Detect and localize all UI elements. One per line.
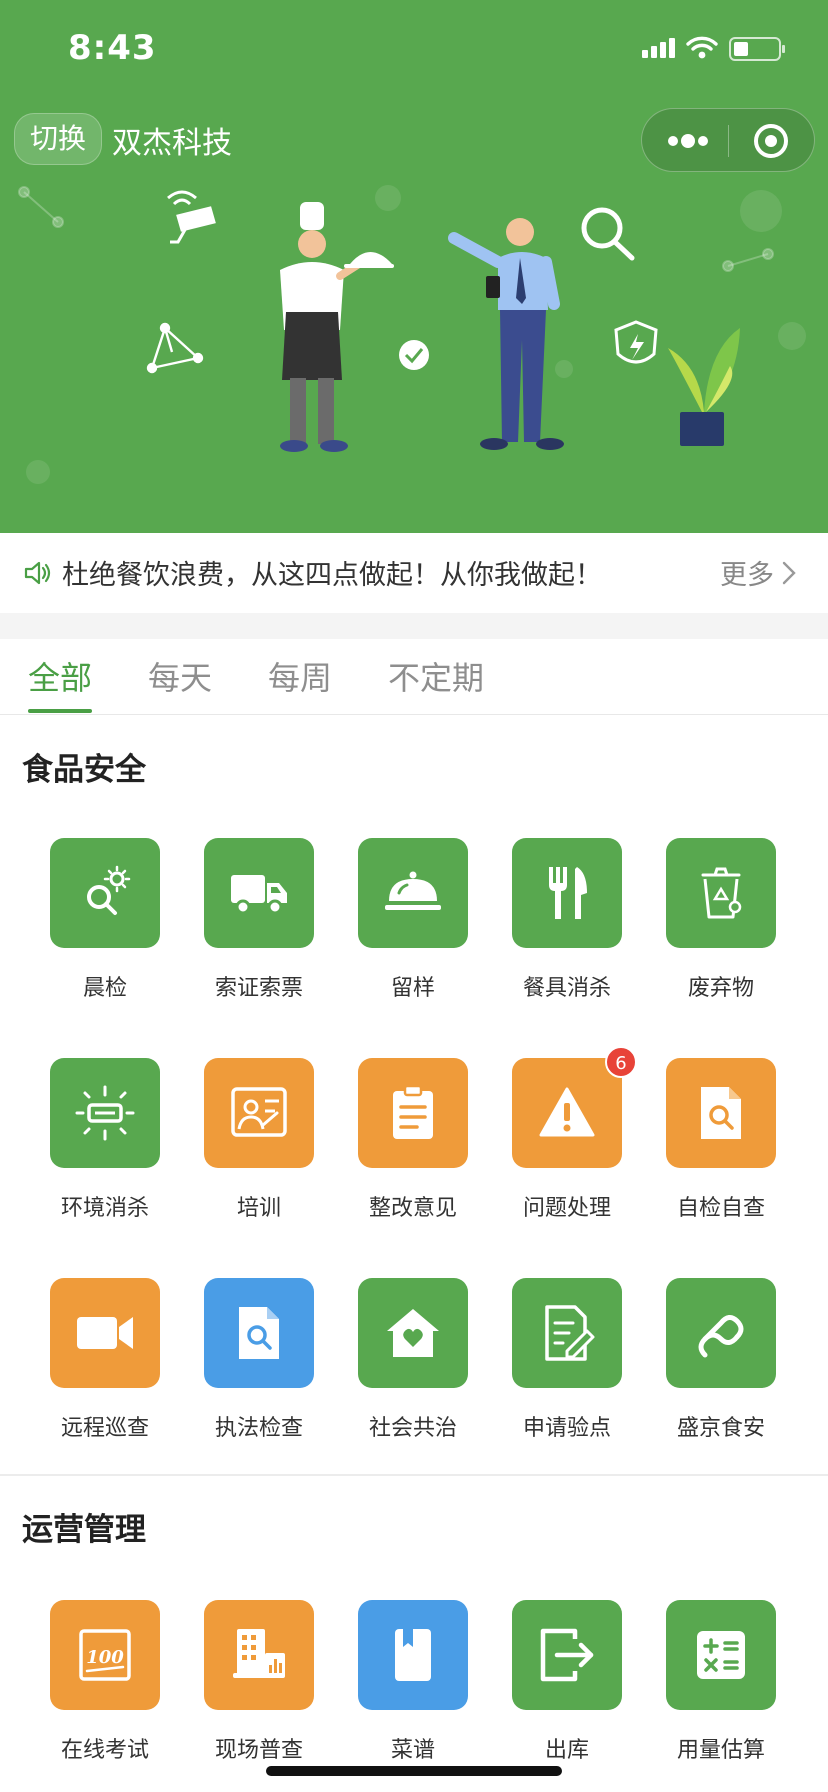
clipboard-icon [393,1084,433,1139]
grid-item-label: 废弃物 [687,976,754,1001]
exit-arrow-icon [540,1628,594,1682]
home-indicator[interactable] [266,1766,562,1776]
truck-icon [231,875,287,915]
grid-item-label: 现场普查 [214,1738,303,1763]
grid-item-certificate-ticket[interactable]: 索证索票 [177,838,331,1008]
link-s-icon [698,1315,744,1358]
chef-figure [280,202,394,452]
uv-lamp-icon [75,1085,135,1141]
grid-item-label: 环境消杀 [60,1196,149,1221]
notice-text: 杜绝餐饮浪费，从这四点做起！从你我做起！ [62,560,602,591]
grid-item-label: 盛京食安 [676,1416,765,1441]
grid-item-remote-patrol[interactable]: 远程巡查 [23,1278,177,1448]
more-button[interactable] [642,109,728,173]
recipe-book-icon [395,1629,431,1681]
grid-item-sample[interactable]: 留样 [331,838,485,1008]
grid-item-morning-check[interactable]: 晨检 [23,838,177,1008]
magnifier-icon [581,207,635,261]
edit-document-icon [545,1305,595,1361]
grid-item-label: 自检自查 [676,1196,765,1221]
home-heart-icon [387,1309,439,1357]
hero-illustration [18,186,774,452]
calculator-icon [697,1631,745,1679]
grid-item-site-survey[interactable]: 现场普查 [177,1600,331,1770]
tab-daily[interactable]: 每天 [148,653,212,699]
network-icon [146,322,204,374]
grid-item-shengjing-food-safety[interactable]: 盛京食安 [639,1278,793,1448]
battery-icon [729,37,785,61]
grid-item-recipe[interactable]: 菜谱 [331,1600,485,1770]
chevron-right-icon [782,561,796,585]
building-chart-icon [233,1629,285,1678]
grid-item-social-governance[interactable]: 社会共治 [331,1278,485,1448]
grid-item-label: 申请验点 [522,1416,611,1441]
food-cloche-icon [385,871,441,910]
grid-item-label: 在线考试 [60,1738,149,1763]
grid-item-waste[interactable]: 废弃物 [639,838,793,1008]
grid-item-label: 整改意见 [368,1196,457,1221]
grid-item-training[interactable]: 培训 [177,1058,331,1228]
grid-item-label: 餐具消杀 [522,976,611,1001]
plant-figure [668,328,740,446]
grid-item-label: 用量估算 [676,1738,765,1763]
grid-item-label: 执法检查 [214,1416,303,1441]
grid-item-outbound[interactable]: 出库 [485,1600,639,1770]
svg-text:100: 100 [86,1647,124,1668]
section-title-operations: 运营管理 [22,1512,146,1548]
hero-banner: 8:43 切换 双杰科技 [0,0,828,533]
grid-item-problem-handling[interactable]: 6 问题处理 [485,1046,639,1228]
more-dots-icon [668,134,708,148]
morning-check-icon [87,865,131,915]
grid-item-label: 索证索票 [214,976,303,1001]
shield-icon [614,320,658,364]
target-circle-icon [754,124,788,158]
grid-item-self-inspection[interactable]: 自检自查 [639,1058,793,1228]
inspector-figure [448,218,564,450]
grid-item-apply-verification[interactable]: 申请验点 [485,1278,639,1448]
fork-knife-icon [549,867,587,919]
exam-100-icon: 100 [79,1629,131,1681]
notice-bar[interactable]: 杜绝餐饮浪费，从这四点做起！从你我做起！ 更多 [0,533,828,613]
grid-item-label: 出库 [544,1738,589,1763]
video-camera-icon [77,1317,133,1349]
section-title-food-safety: 食品安全 [22,752,146,788]
status-time: 8:43 [68,28,157,68]
grid-item-label: 留样 [390,976,435,1001]
status-icons [642,36,785,61]
document-search-icon [701,1087,741,1139]
warning-icon [539,1087,595,1137]
grid-item-label: 菜谱 [390,1738,435,1763]
grid-item-label: 远程巡查 [60,1416,149,1441]
training-board-icon [231,1087,287,1137]
tab-active-indicator [28,709,92,713]
switch-button[interactable]: 切换 [14,113,102,165]
grid-item-label: 培训 [236,1196,281,1221]
grid-item-environment-disinfection[interactable]: 环境消杀 [23,1058,177,1228]
mini-program-capsule [641,108,815,172]
recycle-bin-icon [701,867,742,919]
section-divider [0,1474,828,1476]
tab-bar: 全部 每天 每周 不定期 [0,639,828,715]
company-name: 双杰科技 [112,126,232,161]
wifi-icon [686,36,718,51]
camera-icon [167,190,216,244]
grid-item-label: 问题处理 [522,1196,611,1221]
grid-item-law-enforcement[interactable]: 执法检查 [177,1278,331,1448]
grid-item-tableware-disinfection[interactable]: 餐具消杀 [485,838,639,1008]
grid-item-usage-estimate[interactable]: 用量估算 [639,1600,793,1770]
notification-badge: 6 [605,1046,637,1078]
tab-all[interactable]: 全部 [28,653,92,699]
grid-item-rectification-opinion[interactable]: 整改意见 [331,1058,485,1228]
notice-more-link[interactable]: 更多 [720,553,774,592]
grid-item-label: 晨检 [82,976,127,1001]
grid-item-label: 社会共治 [368,1416,457,1441]
signal-icon [642,38,675,58]
tab-irregular[interactable]: 不定期 [388,653,484,699]
grid-item-online-exam[interactable]: 100 在线考试 [23,1600,177,1770]
close-button[interactable] [729,109,816,173]
speaker-icon [24,561,51,585]
check-icon [399,340,429,370]
file-search-icon [239,1307,279,1359]
tab-weekly[interactable]: 每周 [268,653,332,699]
